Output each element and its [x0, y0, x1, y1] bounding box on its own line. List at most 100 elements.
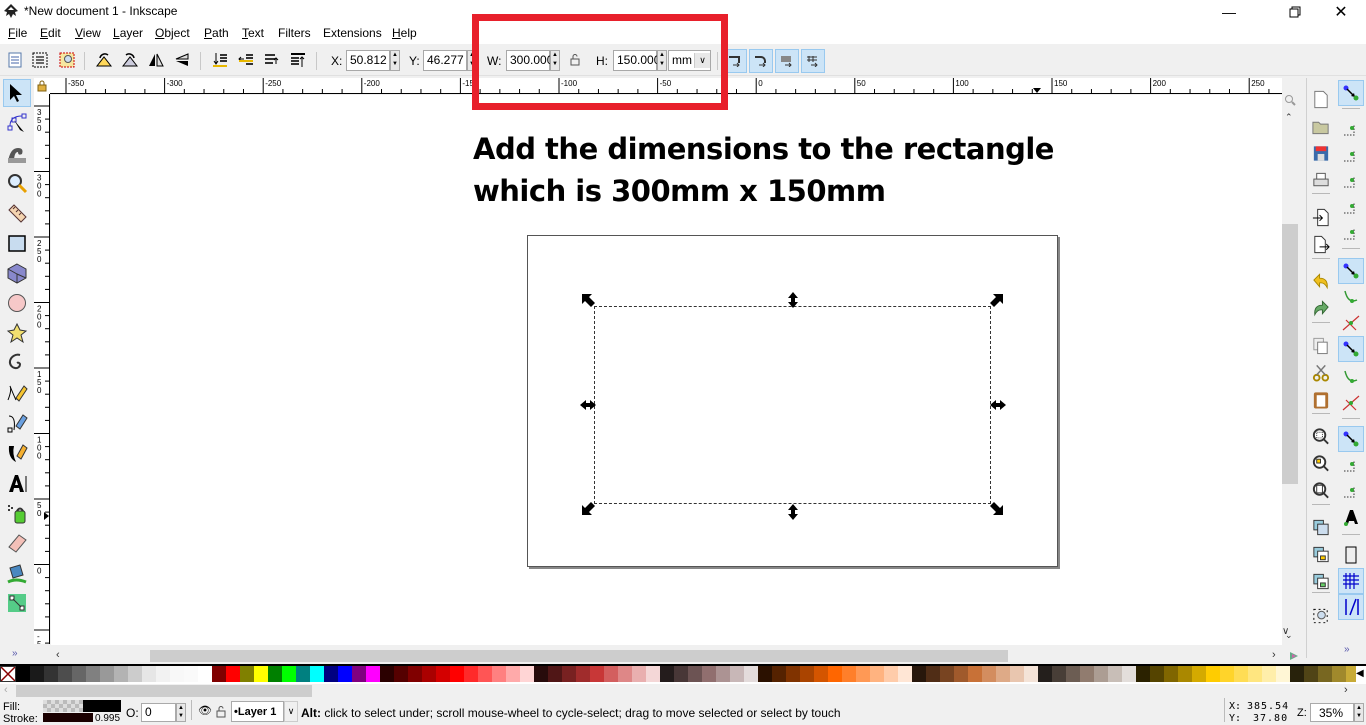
palette-swatch[interactable]	[408, 666, 422, 682]
zoom-drawing-button[interactable]	[1308, 450, 1334, 476]
select-same-button[interactable]	[1308, 603, 1334, 629]
calligraphy-tool[interactable]	[3, 439, 31, 467]
snap-bbox-corner-toggle[interactable]	[1338, 168, 1364, 194]
transform-patterns-toggle[interactable]	[801, 49, 825, 73]
snap-path-toggle[interactable]	[1338, 284, 1364, 310]
palette-swatch[interactable]	[1150, 666, 1164, 682]
palette-swatch[interactable]	[716, 666, 730, 682]
palette-swatch[interactable]	[254, 666, 268, 682]
rotate-cw-button[interactable]	[120, 50, 140, 70]
palette-swatch[interactable]	[996, 666, 1010, 682]
palette-swatch[interactable]	[1080, 666, 1094, 682]
rotate-ccw-button[interactable]	[94, 50, 114, 70]
close-button[interactable]: ✕	[1318, 0, 1364, 24]
menu-edit[interactable]: Edit	[40, 26, 61, 40]
scroll-right-arrow[interactable]: ›	[1272, 649, 1276, 661]
stroke-swatch[interactable]	[43, 713, 93, 722]
palette-swatch[interactable]	[772, 666, 786, 682]
palette-swatch[interactable]	[856, 666, 870, 682]
clone-button[interactable]	[1308, 541, 1334, 567]
rectangle-tool[interactable]	[3, 229, 31, 257]
vertical-scrollbar[interactable]: ⌃ ⌄	[1282, 94, 1298, 646]
ellipse-tool[interactable]	[3, 289, 31, 317]
palette-swatch[interactable]	[800, 666, 814, 682]
zoom-tool[interactable]	[3, 169, 31, 197]
pen-tool[interactable]	[3, 409, 31, 437]
tweak-tool[interactable]	[3, 139, 31, 167]
palette-swatch[interactable]	[72, 666, 86, 682]
palette-scroll-left[interactable]: ‹	[4, 684, 8, 696]
palette-swatch[interactable]	[226, 666, 240, 682]
raise-button[interactable]	[262, 50, 282, 70]
palette-swatch[interactable]	[828, 666, 842, 682]
palette-swatch[interactable]	[478, 666, 492, 682]
palette-swatch[interactable]	[730, 666, 744, 682]
resize-handle-se[interactable]	[990, 502, 1003, 515]
gradient-tool[interactable]	[3, 589, 31, 617]
menu-layer[interactable]: Layer	[113, 26, 143, 40]
palette-swatch[interactable]	[1318, 666, 1332, 682]
palette-swatch[interactable]	[660, 666, 674, 682]
palette-swatch[interactable]	[744, 666, 758, 682]
palette-swatch[interactable]	[968, 666, 982, 682]
node-tool[interactable]	[3, 109, 31, 137]
zoom-input[interactable]: 35%	[1310, 703, 1354, 722]
select-all-button[interactable]	[5, 50, 25, 70]
palette-swatch[interactable]	[1276, 666, 1290, 682]
width-input[interactable]: 300.000	[506, 50, 553, 71]
palette-menu-arrow-icon[interactable]: ◀	[1356, 666, 1366, 682]
snap-overflow-icon[interactable]: »	[1344, 644, 1350, 655]
horizontal-scrollbar[interactable]: » ‹ ›	[12, 648, 1300, 664]
resize-handle-sw[interactable]	[582, 502, 595, 515]
fill-swatch[interactable]	[83, 700, 121, 712]
lower-button[interactable]	[236, 50, 256, 70]
palette-swatch[interactable]	[1164, 666, 1178, 682]
palette-swatch[interactable]	[240, 666, 254, 682]
palette-swatch[interactable]	[212, 666, 226, 682]
zoom-selection-button[interactable]	[1308, 423, 1334, 449]
flip-vertical-button[interactable]	[172, 50, 192, 70]
palette-swatch[interactable]	[912, 666, 926, 682]
raise-to-top-button[interactable]	[288, 50, 308, 70]
x-input[interactable]: 50.812	[346, 50, 390, 71]
zoom-page-button[interactable]	[1308, 477, 1334, 503]
resize-handle-n[interactable]	[788, 292, 798, 308]
layer-lock-icon[interactable]	[216, 706, 226, 718]
snap-grid-toggle[interactable]	[1338, 568, 1364, 594]
deselect-button[interactable]	[57, 50, 77, 70]
save-file-button[interactable]	[1308, 140, 1334, 166]
copy-button[interactable]	[1308, 332, 1334, 358]
palette-swatch[interactable]	[1220, 666, 1234, 682]
star-tool[interactable]	[3, 319, 31, 347]
palette-swatch[interactable]	[618, 666, 632, 682]
palette-swatch[interactable]	[534, 666, 548, 682]
fill-transparent-swatch[interactable]	[43, 700, 83, 712]
palette-swatch[interactable]	[142, 666, 156, 682]
palette-swatch[interactable]	[548, 666, 562, 682]
snap-rotation-center-toggle[interactable]	[1338, 478, 1364, 504]
toolbox-overflow-icon[interactable]: »	[12, 648, 18, 659]
palette-swatch[interactable]	[814, 666, 828, 682]
paste-button[interactable]	[1308, 386, 1334, 412]
import-button[interactable]	[1308, 204, 1334, 230]
palette-swatch[interactable]	[282, 666, 296, 682]
palette-swatch[interactable]	[1192, 666, 1206, 682]
palette-swatch[interactable]	[184, 666, 198, 682]
zoom-spinner[interactable]: ▲ ▼	[1354, 703, 1364, 722]
menu-view[interactable]: View	[75, 26, 101, 40]
palette-swatch[interactable]	[688, 666, 702, 682]
flip-horizontal-button[interactable]	[146, 50, 166, 70]
height-spinner[interactable]: ▲ ▼	[657, 50, 667, 71]
snap-line-midpoints-toggle[interactable]	[1338, 390, 1364, 416]
eraser-tool[interactable]	[3, 529, 31, 557]
transform-gradients-toggle[interactable]	[775, 49, 799, 73]
paint-bucket-tool[interactable]	[3, 559, 31, 587]
height-input[interactable]: 150.000	[613, 50, 660, 71]
horizontal-ruler[interactable]: -350 -300 -250 -200 -150 -100 -50 0 50 100 150 200 2…	[50, 78, 1282, 94]
new-document-button[interactable]	[1308, 86, 1334, 112]
snap-bbox-edge-toggle[interactable]	[1338, 142, 1364, 168]
opacity-input[interactable]: 0	[141, 703, 176, 722]
scale-stroke-toggle[interactable]	[723, 49, 747, 73]
palette-swatch[interactable]	[1136, 666, 1150, 682]
snap-bbox-midpoint-toggle[interactable]	[1338, 194, 1364, 220]
